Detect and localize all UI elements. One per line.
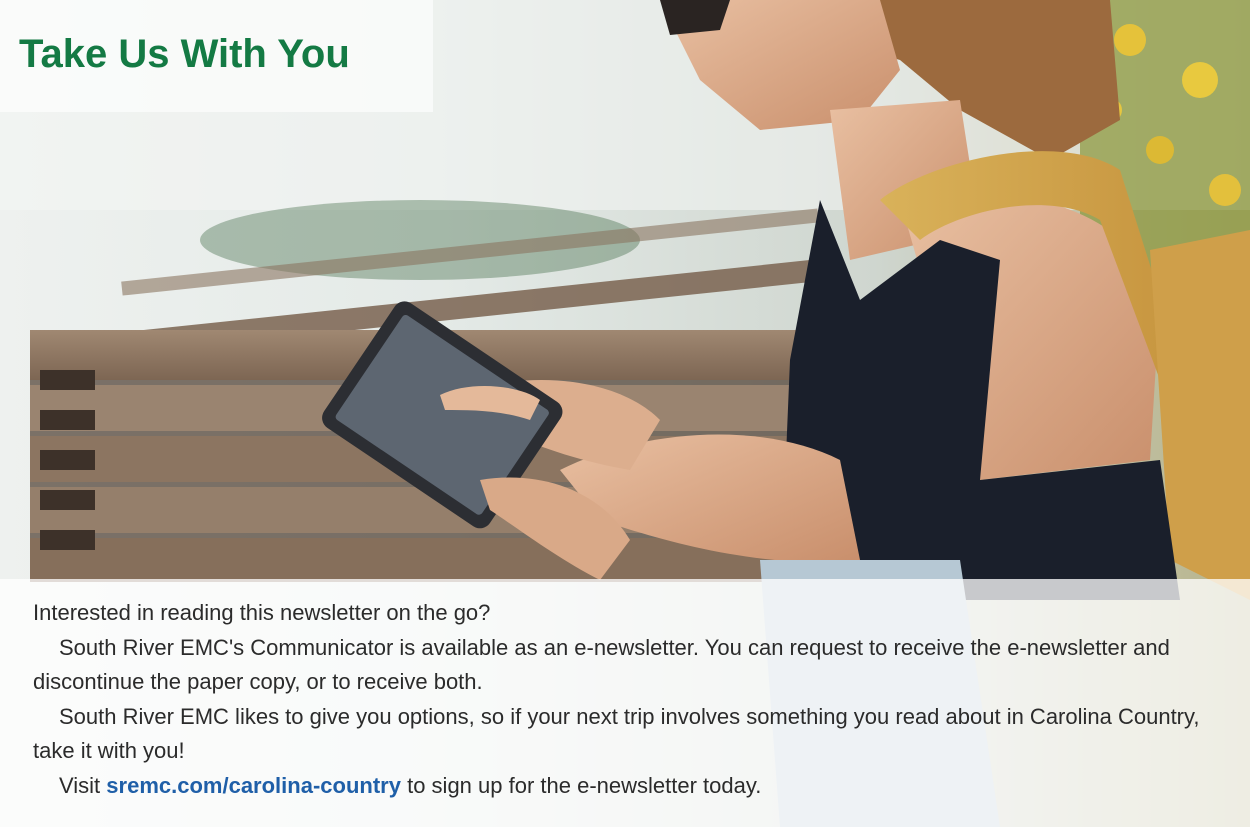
paragraph-availability: South River EMC's Communicator is availa… [33,634,1170,695]
paragraph-visit: Visit sremc.com/carolina-country to sign… [33,769,1230,804]
visit-prefix-text: Visit [59,772,101,798]
article-body: Interested in reading this newsletter on… [0,596,1230,803]
newsletter-card: Take Us With You Interested in reading t… [0,0,1250,827]
paragraph-options: South River EMC likes to give you option… [33,703,1200,764]
page-title: Take Us With You [19,32,350,76]
sremc-carolina-country-link[interactable]: sremc.com/carolina-country [106,773,401,798]
visit-suffix-text: to sign up for the e-newsletter today. [407,772,762,798]
paragraph-intro: Interested in reading this newsletter on… [33,600,491,625]
